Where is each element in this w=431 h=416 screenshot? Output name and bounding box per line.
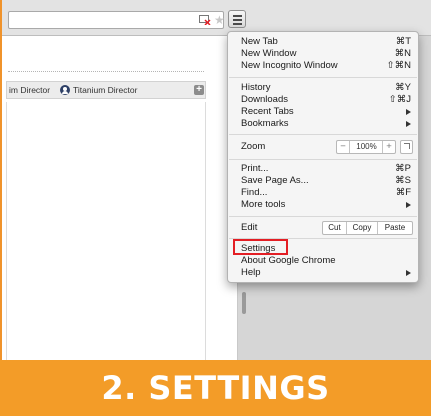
copy-button[interactable]: Copy (347, 222, 378, 234)
zoom-out-button[interactable]: − (337, 141, 350, 153)
director-tab-1[interactable]: im Director (9, 85, 50, 95)
edit-button-group: Cut Copy Paste (322, 221, 413, 235)
paste-button[interactable]: Paste (378, 222, 412, 234)
menu-item-print[interactable]: Print... ⌘P (241, 163, 411, 175)
menu-item-new-incognito-window[interactable]: New Incognito Window ⇧⌘N (241, 60, 411, 72)
menu-separator (229, 134, 417, 135)
step-banner: 2. SETTINGS (0, 360, 431, 416)
hamburger-icon (233, 15, 242, 17)
menu-item-save-page-as[interactable]: Save Page As... ⌘S (241, 175, 411, 187)
submenu-arrow-icon (406, 121, 411, 127)
zoom-control: − 100% + (336, 140, 396, 154)
zoom-in-button[interactable]: + (382, 141, 395, 153)
director-tab-bar: im Director Titanium Director + (6, 81, 206, 99)
submenu-arrow-icon (406, 202, 411, 208)
menu-item-about-google-chrome[interactable]: About Google Chrome (241, 255, 411, 267)
bookmark-star-icon[interactable]: ★ (214, 13, 225, 27)
menu-item-more-tools[interactable]: More tools (241, 199, 411, 211)
address-bar[interactable]: ★ (8, 11, 225, 29)
menu-item-bookmarks[interactable]: Bookmarks (241, 118, 411, 130)
settings-highlight-box (233, 239, 288, 255)
cut-button[interactable]: Cut (323, 222, 347, 234)
chrome-menu-button[interactable] (228, 10, 246, 28)
menu-separator (229, 216, 417, 217)
web-page: im Director Titanium Director + (2, 36, 238, 360)
menu-item-zoom: Zoom − 100% + (241, 140, 413, 154)
menu-separator (229, 159, 417, 160)
content-panel (6, 102, 206, 360)
submenu-arrow-icon (406, 109, 411, 115)
scrollbar-thumb[interactable] (242, 292, 246, 314)
zoom-level: 100% (356, 142, 377, 151)
menu-item-recent-tabs[interactable]: Recent Tabs (241, 106, 411, 118)
menu-item-new-tab[interactable]: New Tab ⌘T (241, 36, 411, 48)
menu-separator (229, 77, 417, 78)
menu-item-new-window[interactable]: New Window ⌘N (241, 48, 411, 60)
add-icon[interactable]: + (194, 85, 204, 95)
banner-title: 2. SETTINGS (101, 369, 330, 407)
blocked-popup-icon[interactable] (199, 15, 211, 25)
divider (8, 71, 204, 72)
director-tab-2[interactable]: Titanium Director (73, 85, 137, 95)
person-icon (60, 85, 70, 95)
menu-item-edit: Edit Cut Copy Paste (241, 221, 413, 235)
menu-item-downloads[interactable]: Downloads ⇧⌘J (241, 94, 411, 106)
menu-item-find[interactable]: Find... ⌘F (241, 187, 411, 199)
submenu-arrow-icon (406, 270, 411, 276)
menu-item-history[interactable]: History ⌘Y (241, 82, 411, 94)
menu-item-help[interactable]: Help (241, 267, 411, 279)
fullscreen-icon[interactable] (400, 140, 413, 154)
